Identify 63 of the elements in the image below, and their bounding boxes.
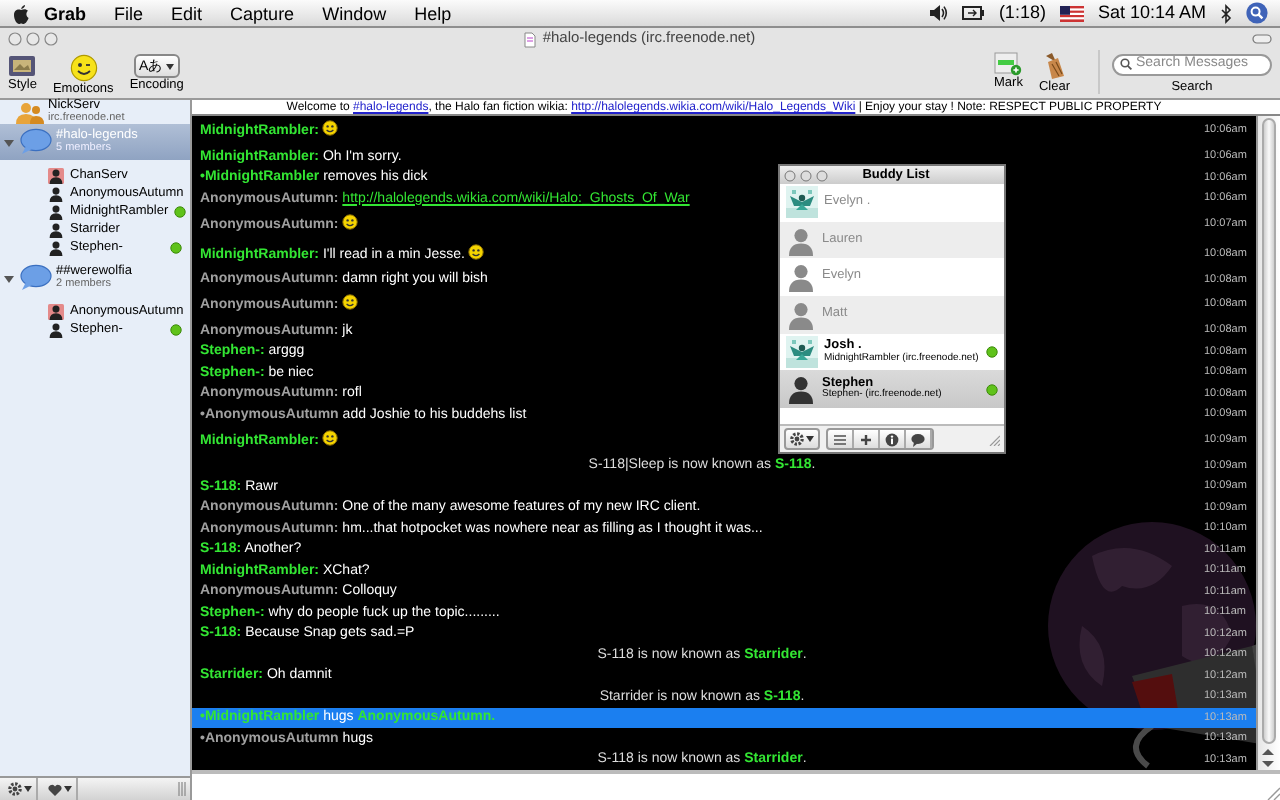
add-icon: [858, 431, 874, 447]
battery-time: (1:18): [998, 2, 1046, 24]
broom-icon: [1042, 52, 1067, 80]
scrollbar[interactable]: [1256, 116, 1280, 770]
search-icon: [1120, 58, 1132, 71]
disclosure-triangle[interactable]: [4, 273, 14, 283]
list-icon: [832, 431, 848, 447]
split-handle[interactable]: [178, 782, 186, 796]
heart-icon: [48, 783, 62, 795]
resize-grip[interactable]: [988, 433, 1000, 445]
toolbar-toggle-button[interactable]: [1252, 34, 1272, 44]
caret-icon: [166, 63, 175, 69]
info-icon: [884, 431, 900, 447]
silhouette-icon: [786, 262, 816, 293]
close-button[interactable]: [784, 169, 796, 181]
caret-icon: [24, 786, 32, 792]
document-icon: [524, 31, 537, 47]
zoom-button[interactable]: [44, 32, 58, 46]
bluetooth-icon[interactable]: [1220, 3, 1232, 23]
silhouette-icon: [786, 299, 816, 330]
smiley-icon: [322, 120, 339, 136]
zoom-button[interactable]: [816, 169, 828, 181]
speech-bubble-icon: [18, 128, 52, 156]
disclosure-triangle[interactable]: [4, 137, 14, 147]
flag-icon[interactable]: [1059, 5, 1084, 21]
speech-bubble-icon: [18, 264, 52, 292]
smiley-icon: [322, 429, 339, 445]
battery-icon[interactable]: [962, 6, 985, 20]
message-input[interactable]: [192, 770, 1280, 800]
menu-item[interactable]: Edit: [157, 1, 217, 25]
caret-icon: [64, 786, 72, 792]
volume-icon[interactable]: [928, 4, 949, 22]
style-icon: [8, 54, 37, 78]
silhouette-icon: [786, 225, 816, 256]
info-button[interactable]: [880, 430, 906, 448]
action-menu-button[interactable]: [784, 428, 820, 450]
gear-icon: [8, 782, 22, 796]
silhouette-icon: [786, 374, 816, 405]
message-icon: [910, 431, 926, 447]
resize-grip[interactable]: [1264, 784, 1280, 800]
action-menu-button[interactable]: [4, 777, 38, 800]
message-button[interactable]: [906, 430, 932, 448]
gear-icon: [790, 432, 804, 446]
smiley-icon: [468, 243, 485, 259]
scroll-thumb[interactable]: [1262, 118, 1276, 744]
smiley-icon: [342, 213, 359, 229]
search-icon[interactable]: [1246, 2, 1268, 24]
menu-item[interactable]: Help: [400, 1, 466, 25]
minimize-button[interactable]: [800, 169, 812, 181]
smiley-icon: [69, 54, 98, 82]
menu-item[interactable]: Window: [308, 1, 401, 25]
people-icon: [16, 101, 44, 123]
close-button[interactable]: [8, 32, 22, 46]
smiley-icon: [342, 294, 359, 310]
list-button[interactable]: [828, 430, 854, 448]
minimize-button[interactable]: [26, 32, 40, 46]
menu-item[interactable]: Capture: [216, 1, 309, 25]
menu-item[interactable]: Grab: [30, 1, 101, 25]
menu-clock[interactable]: Sat 10:14 AM: [1097, 2, 1206, 24]
apple-icon[interactable]: [12, 3, 30, 23]
menu-item[interactable]: File: [100, 1, 158, 25]
favorites-menu-button[interactable]: [44, 777, 78, 800]
caret-icon: [806, 436, 814, 442]
